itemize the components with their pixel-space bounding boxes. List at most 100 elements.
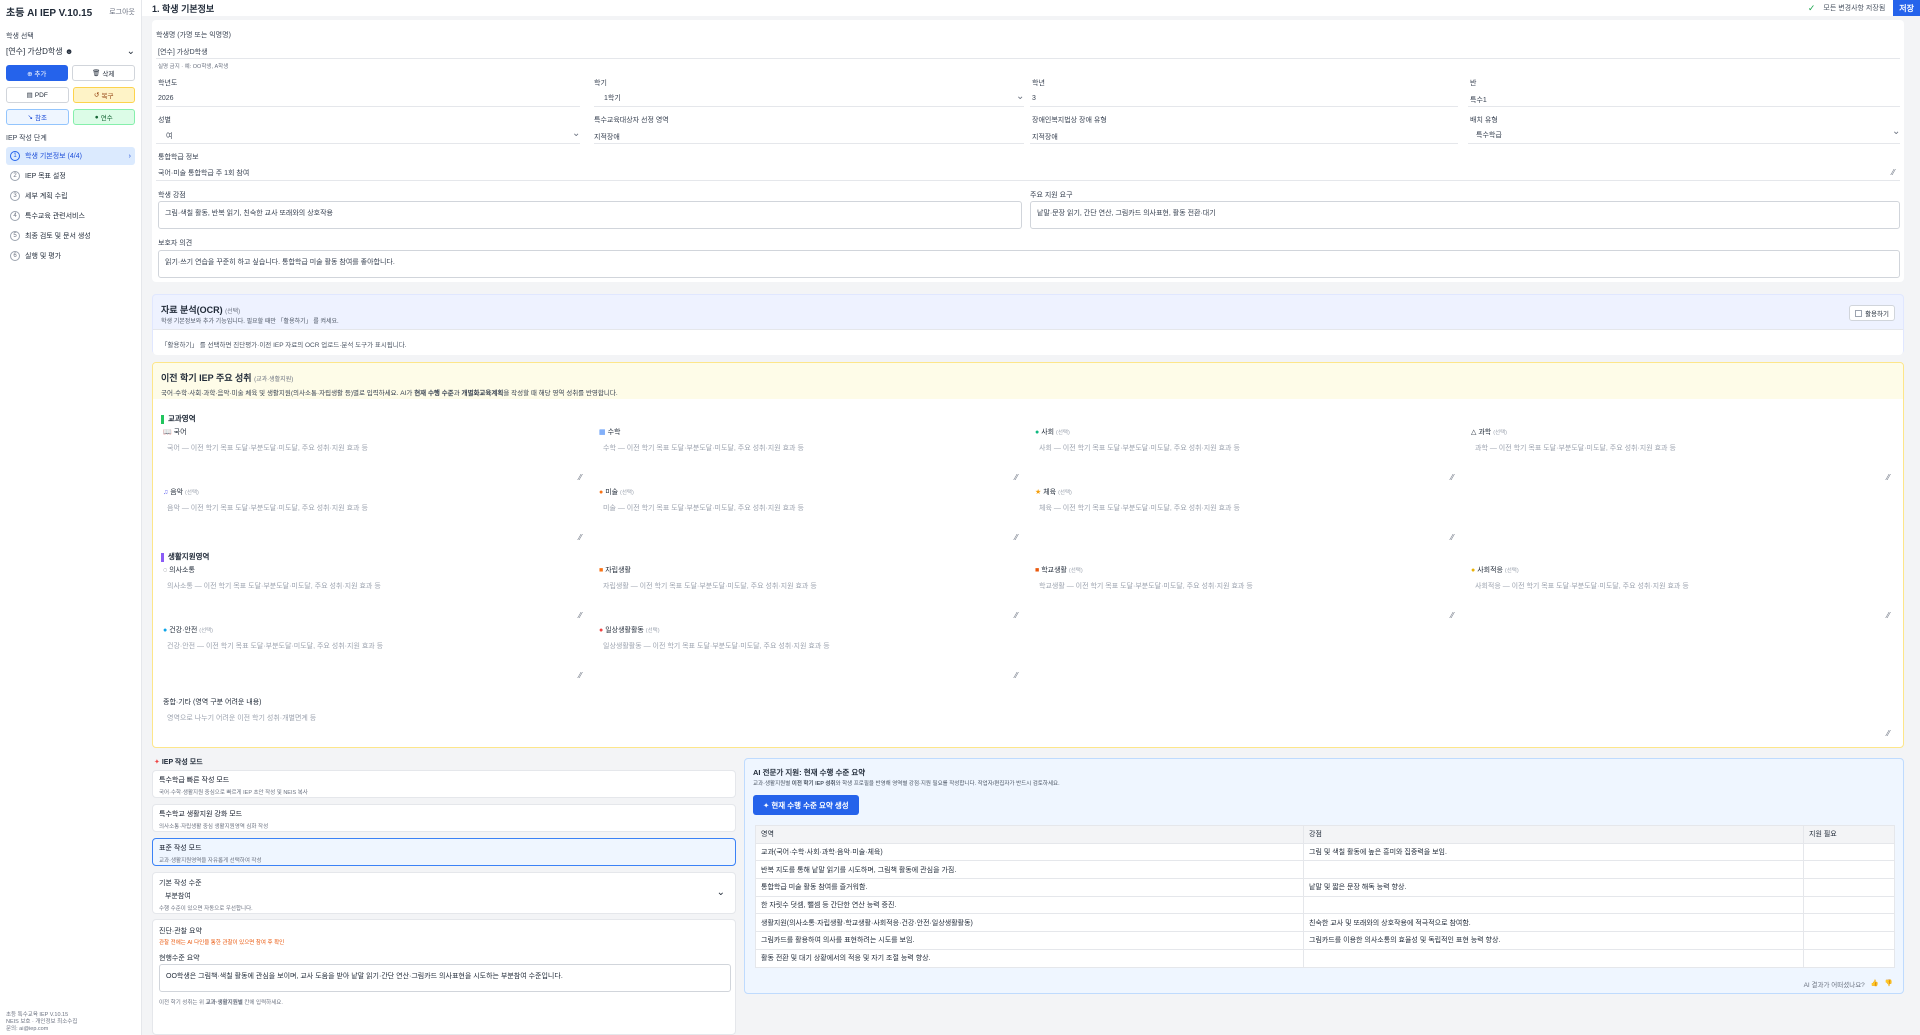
resize-handle-icon[interactable]: ⁄⁄ [1887, 611, 1890, 620]
resize-handle-icon[interactable]: ⁄⁄ [1451, 473, 1454, 482]
resize-handle-icon[interactable]: ⁄⁄ [1451, 611, 1454, 620]
ai-summary-table: 영역 강점 지원 필요 교과(국어·수학·사회·과학·음악·미술·체육) 그림 및… [755, 825, 1895, 968]
step-number: 4 [10, 211, 20, 221]
support-button[interactable]: ↘ 참조 [6, 109, 69, 125]
grid-icon: ▦ [599, 429, 606, 436]
subject-textarea[interactable]: 일상생활활동 — 이전 학기 목표 도달·부분도달·미도달, 주요 성취·지원 … [603, 641, 830, 651]
subject-textarea[interactable]: 건강·안전 — 이전 학기 목표 도달·부분도달·미도달, 주요 성취·지원 효… [167, 641, 383, 651]
level-hint: 수행 수준이 있으면 자동으로 우선합니다. [159, 906, 253, 912]
resize-handle-icon[interactable]: ⁄⁄ [579, 671, 582, 680]
document-icon: ▤ [26, 92, 33, 99]
step-label: IEP 목표 설정 [25, 173, 66, 180]
subject-textarea[interactable]: 사회 — 이전 학기 목표 도달·부분도달·미도달, 주요 성취·지원 효과 등 [1039, 443, 1240, 453]
year-input[interactable]: 2026 [158, 95, 174, 102]
parent-opinion-textarea[interactable]: 읽기·쓰기 연습을 꾸준히 하고 싶습니다. 통합학급 미술 활동 참여를 좋아… [158, 250, 1900, 278]
step-item[interactable]: 6 실행 및 평가 [6, 247, 135, 265]
step-item[interactable]: 5 최종 검토 및 문서 생성 [6, 227, 135, 245]
subject-textarea[interactable]: 국어 — 이전 학기 목표 도달·부분도달·미도달, 주요 성취·지원 효과 등 [167, 443, 368, 453]
table-cell: 그림카드를 활용하여 의사를 표현하려는 시도를 보임. [755, 931, 1304, 950]
logout-link[interactable]: 로그아웃 [109, 7, 135, 17]
resize-handle-icon[interactable]: ⁄⁄ [579, 611, 582, 620]
mode-option-quick[interactable]: 특수학급 빠른 작성 모드 국어·수학·생활지원 중심으로 빠르게 IEP 초안 … [152, 770, 736, 798]
mode-option-standard[interactable]: 표준 작성 모드 교과·생활지원영역을 자유롭게 선택하여 작성 [152, 838, 736, 866]
support-label: 참조 [34, 115, 47, 122]
gender-select[interactable]: 여 [166, 131, 172, 141]
special-area-input[interactable]: 지적장애 [594, 132, 620, 142]
recover-label: 복구 [101, 93, 114, 100]
special-area-label: 특수교육대상자 선정 영역 [594, 117, 669, 124]
mode-heading: ✦ IEP 작성 모드 [154, 757, 203, 767]
save-button[interactable]: 저장 [1893, 0, 1920, 16]
ocr-toggle[interactable]: 활용하기 [1849, 305, 1895, 321]
subject-textarea[interactable]: 과학 — 이전 학기 목표 도달·부분도달·미도달, 주요 성취·지원 효과 등 [1475, 443, 1676, 453]
subject-textarea[interactable]: 수학 — 이전 학기 목표 도달·부분도달·미도달, 주요 성취·지원 효과 등 [603, 443, 804, 453]
thumbs-up-icon[interactable]: 👍 [1871, 979, 1879, 989]
grade-input[interactable]: 3 [1032, 95, 1036, 102]
speech-icon: ◌ [163, 567, 168, 574]
step-item[interactable]: 2 IEP 목표 설정 [6, 167, 135, 185]
step-item[interactable]: 1 학생 기본정보 (4/4) › [6, 147, 135, 165]
steps-label: IEP 작성 단계 [6, 135, 47, 142]
student-select[interactable]: [연수] 가상D학생 ☻ ⌄ [6, 44, 135, 59]
generate-summary-button[interactable]: ✦ 현재 수행 수준 요약 생성 [753, 795, 859, 815]
thumbs-down-icon[interactable]: 👎 [1885, 979, 1893, 989]
subject-textarea[interactable]: 음악 — 이전 학기 목표 도달·부분도달·미도달, 주요 성취·지원 효과 등 [167, 503, 368, 513]
recover-button[interactable]: ↺ 복구 [72, 87, 135, 103]
resize-handle-icon[interactable]: ⁄⁄ [1015, 473, 1018, 482]
delete-student-button[interactable]: 🗑 삭제 [71, 65, 135, 81]
resize-handle-icon[interactable]: ⁄⁄ [1887, 729, 1890, 738]
needs-textarea[interactable]: 낱말·문장 읽기, 간단 연산, 그림카드 의사표현, 활동 전환·대기 [1030, 201, 1900, 229]
optional-tag: (선택) [185, 490, 199, 496]
ocr-note: 「활용하기」 를 선택하면 진단평가·이전 IEP 자료의 OCR 업로드·분석… [153, 329, 1903, 355]
strength-textarea[interactable]: 그림·색칠 활동, 반복 읽기, 친숙한 교사 또래와의 상호작용 [158, 201, 1022, 229]
diagnosis-label: 진단·관찰 요약 [159, 928, 202, 935]
resize-handle-icon[interactable]: ⁄⁄ [1451, 533, 1454, 542]
parent-opinion-label: 보호자 의견 [158, 240, 193, 247]
current-level-textarea[interactable]: OO학생은 그림책·색칠 활동에 관심을 보이며, 교사 도움을 받아 낱말 읽… [159, 964, 731, 992]
subject-textarea[interactable]: 학교생활 — 이전 학기 목표 도달·부분도달·미도달, 주요 성취·지원 효과… [1039, 581, 1253, 591]
placement-select[interactable]: 특수학급 [1476, 130, 1502, 140]
year-label: 학년도 [158, 80, 178, 87]
prev-desc-bold: 개별화교육계획 [461, 390, 504, 397]
ai-title: AI 전문가 지원: 현재 수행 수준 요약 [753, 768, 866, 777]
resize-handle-icon[interactable]: ⁄⁄ [579, 473, 582, 482]
optional-tag: (선택) [1056, 430, 1070, 436]
column-header: 강점 [1303, 825, 1804, 844]
mode-option-life[interactable]: 특수학교 생활지원 강화 모드 의사소통·자립생활 중심 생활지원영역 심화 작성 [152, 804, 736, 832]
training-button[interactable]: ● 연수 [72, 109, 135, 125]
class-label: 반 [1470, 80, 1477, 87]
subject-textarea[interactable]: 의사소통 — 이전 학기 목표 도달·부분도달·미도달, 주요 성취·지원 효과… [167, 581, 381, 591]
resize-handle-icon[interactable]: ⁄⁄ [1015, 611, 1018, 620]
resize-handle-icon[interactable]: ⁄⁄ [579, 533, 582, 542]
main-content: 1. 학생 기본정보 ✓ 모든 변경사항 저장됨 저장 학생명 (가명 또는 익… [142, 0, 1920, 1035]
ocr-subtitle: 학생 기본정보와 추가 기능입니다. 필요할 때만 「활용하기」 를 켜세요. [161, 319, 339, 325]
add-student-button[interactable]: ⊕ 추가 [6, 65, 68, 81]
step-item[interactable]: 4 특수교육 관련서비스 [6, 207, 135, 225]
overall-textarea[interactable]: 영역으로 나누기 어려운 이전 학기 성취·개별면계 등 [167, 713, 316, 723]
subject-textarea[interactable]: 사회적응 — 이전 학기 목표 도달·부분도달·미도달, 주요 성취·지원 효과… [1475, 581, 1689, 591]
resize-handle-icon[interactable]: ⁄⁄ [1015, 533, 1018, 542]
mode-title: 특수학교 생활지원 강화 모드 [159, 811, 243, 818]
disability-type-input[interactable]: 지적장애 [1032, 132, 1058, 142]
semester-select[interactable]: 1학기 [604, 93, 621, 103]
subject-textarea[interactable]: 체육 — 이전 학기 목표 도달·부분도달·미도달, 주요 성취·지원 효과 등 [1039, 503, 1240, 513]
step-number: 1 [10, 151, 20, 161]
step-item[interactable]: 3 세부 계획 수립 [6, 187, 135, 205]
inclusive-input[interactable]: 국어·미술 통합학급 주 1회 참여 [158, 168, 249, 178]
pdf-button[interactable]: ▤ PDF [6, 87, 69, 103]
prev-desc-text: 을 작성할 때 해당 영역 성취를 반영합니다. [503, 390, 618, 397]
subject-name: 자립생활 [605, 567, 631, 574]
resize-handle-icon[interactable]: ⁄⁄ [1892, 168, 1895, 177]
subject-textarea[interactable]: 자립생활 — 이전 학기 목표 도달·부분도달·미도달, 주요 성취·지원 효과… [603, 581, 817, 591]
app-header: 초등 AI IEP V.10.15 로그아웃 [6, 4, 135, 19]
footer-line: 초등 특수교육 IEP V.10.15 [6, 1012, 69, 1018]
runner-icon: ★ [1035, 489, 1042, 496]
class-input[interactable]: 특수1 [1470, 95, 1487, 105]
health-icon: ● [163, 627, 168, 634]
subject-textarea[interactable]: 미술 — 이전 학기 목표 도달·부분도달·미도달, 주요 성취·지원 효과 등 [603, 503, 804, 513]
resize-handle-icon[interactable]: ⁄⁄ [1015, 671, 1018, 680]
level-select[interactable]: 부분참여 [165, 891, 191, 901]
name-input[interactable]: [연수] 가상D학생 [158, 47, 208, 57]
resize-handle-icon[interactable]: ⁄⁄ [1887, 473, 1890, 482]
subject-name: 학교생활 [1041, 567, 1067, 574]
